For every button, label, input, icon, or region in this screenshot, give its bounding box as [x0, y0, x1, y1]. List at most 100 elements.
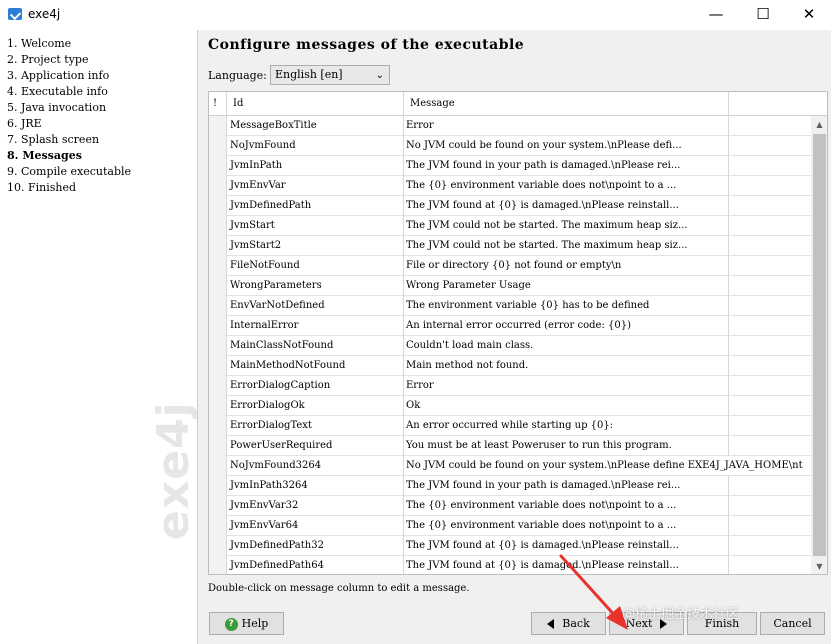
table-row[interactable]: NoJvmFound3264 No JVM could be found on y…: [209, 456, 811, 476]
message-text-cell[interactable]: The JVM found in your path is damaged.\n…: [404, 476, 729, 496]
message-id-cell: JvmDefinedPath: [227, 196, 404, 216]
row-flag-cell: [209, 536, 227, 556]
table-row[interactable]: FileNotFound File or directory {0} not fo…: [209, 256, 811, 276]
table-row[interactable]: ErrorDialogCaption Error: [209, 376, 811, 396]
nav-step-2[interactable]: 2. Project type: [7, 53, 88, 66]
table-row[interactable]: JvmStart2 The JVM could not be started. T…: [209, 236, 811, 256]
nav-step-10[interactable]: 10. Finished: [7, 181, 76, 194]
table-row[interactable]: JvmStart The JVM could not be started. Th…: [209, 216, 811, 236]
table-row[interactable]: JvmDefinedPath64 The JVM found at {0} is …: [209, 556, 811, 574]
table-row[interactable]: JvmEnvVar64 The {0} environment variable …: [209, 516, 811, 536]
scroll-up-icon[interactable]: ▲: [811, 116, 827, 133]
help-icon: ?: [224, 617, 238, 631]
page-title: Configure messages of the executable: [208, 37, 525, 53]
message-text-cell[interactable]: The JVM could not be started. The maximu…: [404, 216, 729, 236]
table-row[interactable]: JvmEnvVar The {0} environment variable do…: [209, 176, 811, 196]
message-id-cell: MessageBoxTitle: [227, 116, 404, 136]
message-text-cell[interactable]: You must be at least Poweruser to run th…: [404, 436, 729, 456]
message-text-cell[interactable]: Couldn't load main class.: [404, 336, 729, 356]
back-button-label: Back: [562, 617, 590, 630]
back-button[interactable]: Back: [531, 612, 606, 635]
row-flag-cell: [209, 136, 227, 156]
message-text-cell[interactable]: No JVM could be found on your system.\nP…: [404, 456, 811, 476]
window-title: exe4j: [28, 7, 61, 21]
row-flag-cell: [209, 256, 227, 276]
table-row[interactable]: JvmInPath The JVM found in your path is d…: [209, 156, 811, 176]
message-text-cell[interactable]: The JVM found at {0} is damaged.\nPlease…: [404, 536, 729, 556]
column-header-message[interactable]: Message: [404, 92, 729, 116]
table-row[interactable]: JvmInPath3264 The JVM found in your path …: [209, 476, 811, 496]
message-text-cell[interactable]: The JVM found in your path is damaged.\n…: [404, 156, 729, 176]
message-id-cell: MainClassNotFound: [227, 336, 404, 356]
table-row[interactable]: EnvVarNotDefined The environment variable…: [209, 296, 811, 316]
message-text-cell[interactable]: No JVM could be found on your system.\nP…: [404, 136, 729, 156]
table-row[interactable]: JvmEnvVar32 The {0} environment variable …: [209, 496, 811, 516]
message-text-cell[interactable]: The {0} environment variable does not\np…: [404, 176, 729, 196]
language-select[interactable]: English [en] ⌄: [270, 65, 390, 85]
column-header-id[interactable]: Id: [227, 92, 404, 116]
message-text-cell[interactable]: The environment variable {0} has to be d…: [404, 296, 729, 316]
table-row[interactable]: NoJvmFound No JVM could be found on your …: [209, 136, 811, 156]
cancel-button-label: Cancel: [773, 617, 812, 630]
table-row[interactable]: MainMethodNotFound Main method not found.: [209, 356, 811, 376]
help-button-label: Help: [241, 617, 269, 630]
language-value: English [en]: [275, 68, 343, 81]
message-id-cell: FileNotFound: [227, 256, 404, 276]
message-id-cell: JvmEnvVar: [227, 176, 404, 196]
message-text-cell[interactable]: Main method not found.: [404, 356, 729, 376]
row-flag-cell: [209, 216, 227, 236]
minimize-button[interactable]: —: [693, 0, 739, 30]
nav-step-1[interactable]: 1. Welcome: [7, 37, 71, 50]
edit-hint-text: Double-click on message column to edit a…: [208, 583, 470, 594]
nav-step-5[interactable]: 5. Java invocation: [7, 101, 106, 114]
message-text-cell[interactable]: Ok: [404, 396, 729, 416]
column-header-flag[interactable]: !: [209, 92, 227, 116]
row-flag-cell: [209, 356, 227, 376]
message-text-cell[interactable]: The {0} environment variable does not\np…: [404, 496, 729, 516]
row-flag-cell: [209, 316, 227, 336]
message-text-cell[interactable]: An error occurred while starting up {0}:: [404, 416, 729, 436]
corner-watermark: @稀土掘金技术社区: [622, 607, 740, 622]
message-text-cell[interactable]: The {0} environment variable does not\np…: [404, 516, 729, 536]
cancel-button[interactable]: Cancel: [760, 612, 825, 635]
message-text-cell[interactable]: Error: [404, 376, 729, 396]
table-row[interactable]: ErrorDialogOk Ok: [209, 396, 811, 416]
message-text-cell[interactable]: Wrong Parameter Usage: [404, 276, 729, 296]
message-id-cell: ErrorDialogCaption: [227, 376, 404, 396]
row-flag-cell: [209, 436, 227, 456]
help-button[interactable]: ? Help: [209, 612, 284, 635]
nav-step-7[interactable]: 7. Splash screen: [7, 133, 99, 146]
scroll-down-icon[interactable]: ▼: [811, 558, 827, 574]
message-id-cell: JvmInPath3264: [227, 476, 404, 496]
messages-table: ! Id Message MessageBoxTitle Error NoJvmFo…: [208, 91, 828, 575]
maximize-button[interactable]: ☐: [740, 0, 786, 30]
table-row[interactable]: JvmDefinedPath32 The JVM found at {0} is …: [209, 536, 811, 556]
scrollbar-thumb[interactable]: [813, 134, 826, 556]
table-row[interactable]: PowerUserRequired You must be at least Po…: [209, 436, 811, 456]
message-text-cell[interactable]: The JVM found at {0} is damaged.\nPlease…: [404, 196, 729, 216]
row-flag-cell: [209, 376, 227, 396]
message-text-cell[interactable]: Error: [404, 116, 729, 136]
table-row[interactable]: JvmDefinedPath The JVM found at {0} is da…: [209, 196, 811, 216]
nav-step-6[interactable]: 6. JRE: [7, 117, 42, 130]
close-button[interactable]: ✕: [786, 0, 831, 30]
message-id-cell: ErrorDialogText: [227, 416, 404, 436]
table-row[interactable]: MainClassNotFound Couldn't load main clas…: [209, 336, 811, 356]
message-id-cell: WrongParameters: [227, 276, 404, 296]
table-row[interactable]: InternalError An internal error occurred …: [209, 316, 811, 336]
row-flag-cell: [209, 516, 227, 536]
nav-step-4[interactable]: 4. Executable info: [7, 85, 108, 98]
message-text-cell[interactable]: An internal error occurred (error code: …: [404, 316, 729, 336]
vertical-scrollbar[interactable]: ▲ ▼: [811, 116, 827, 574]
nav-step-8[interactable]: 8. Messages: [7, 149, 82, 162]
message-text-cell[interactable]: The JVM found at {0} is damaged.\nPlease…: [404, 556, 729, 574]
nav-step-9[interactable]: 9. Compile executable: [7, 165, 131, 178]
message-text-cell[interactable]: File or directory {0} not found or empty…: [404, 256, 729, 276]
table-row[interactable]: MessageBoxTitle Error: [209, 116, 811, 136]
table-row[interactable]: WrongParameters Wrong Parameter Usage: [209, 276, 811, 296]
table-row[interactable]: ErrorDialogText An error occurred while s…: [209, 416, 811, 436]
message-text-cell[interactable]: The JVM could not be started. The maximu…: [404, 236, 729, 256]
row-flag-cell: [209, 156, 227, 176]
wizard-steps-sidebar: 1. Welcome 2. Project type 3. Application …: [0, 30, 198, 644]
nav-step-3[interactable]: 3. Application info: [7, 69, 109, 82]
